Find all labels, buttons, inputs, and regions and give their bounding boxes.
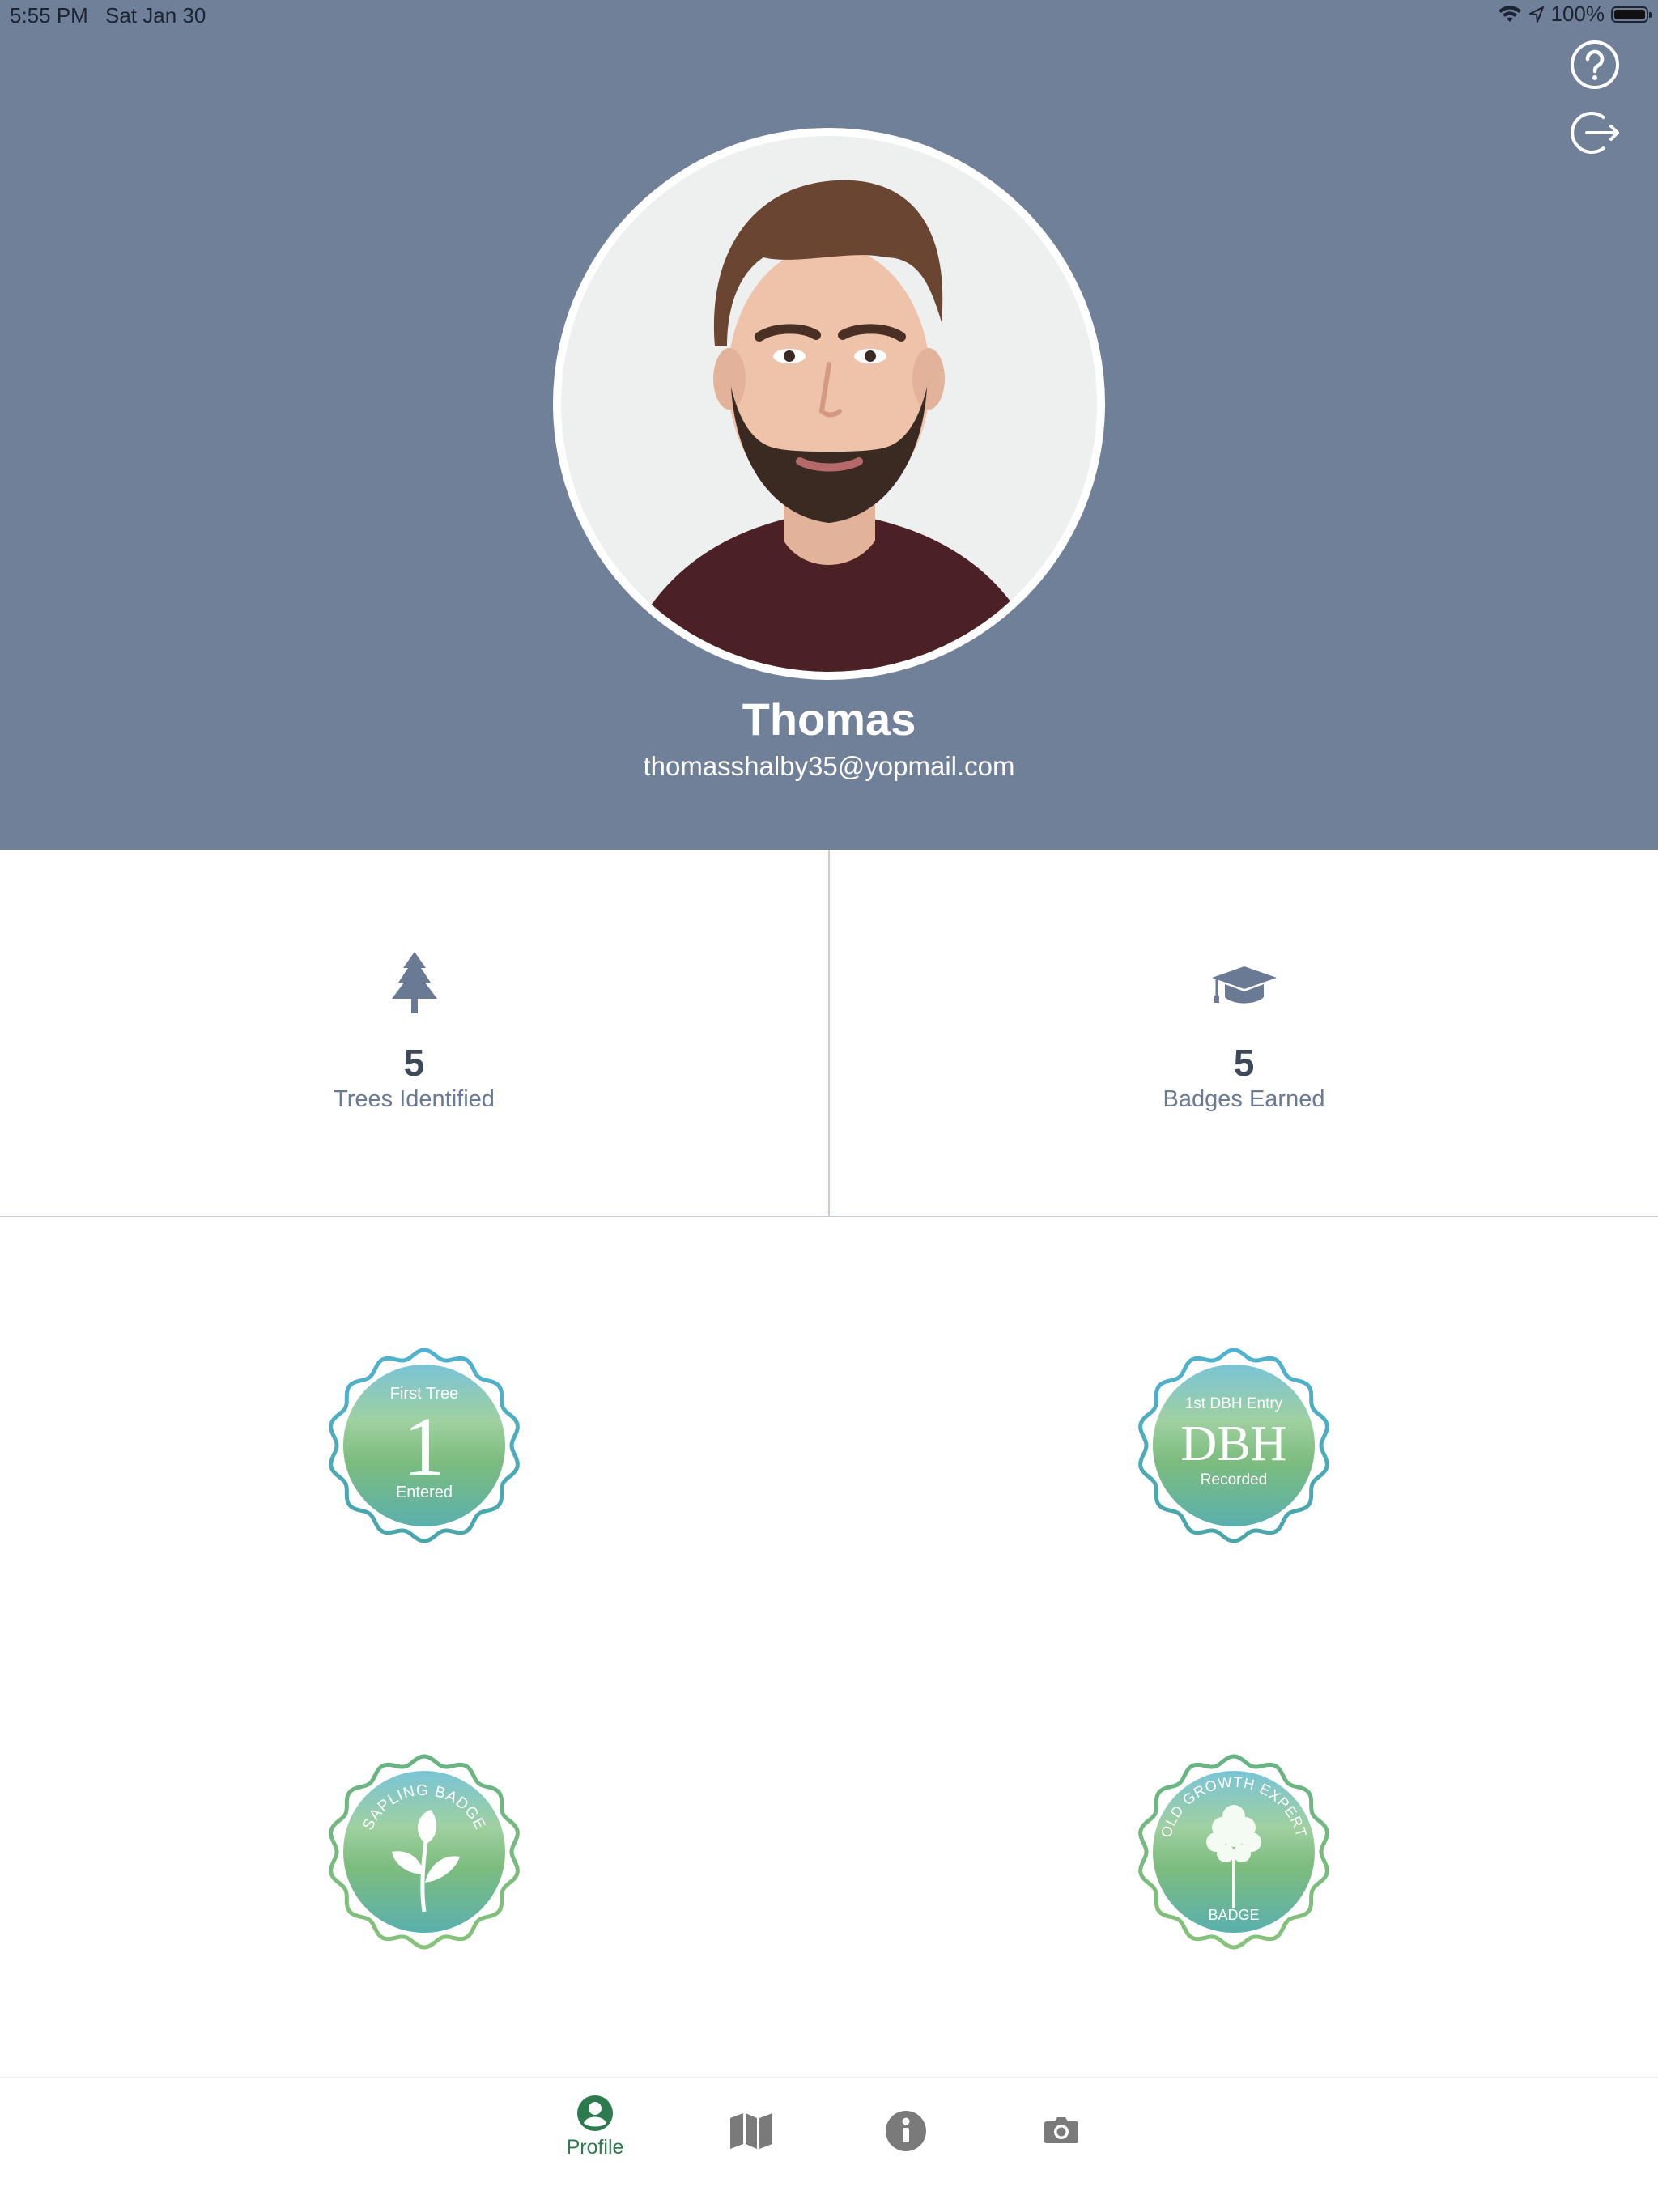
location-arrow-icon (1528, 6, 1544, 23)
badge-old-growth-expert[interactable]: OLD GROWTH EXPERT BADGE (1135, 1753, 1333, 1951)
battery-percent: 100% (1550, 2, 1605, 26)
profile-header: 5:55 PM Sat Jan 30 100% Thomas thomassha… (0, 0, 1658, 850)
badge-sapling[interactable]: SAPLING BADGE (325, 1753, 523, 1951)
trees-identified-label: Trees Identified (334, 1086, 495, 1112)
status-time: 5:55 PM (10, 3, 88, 28)
badges-earned-label: Badges Earned (1163, 1086, 1325, 1112)
profile-icon (577, 2095, 613, 2131)
badge-first-tree[interactable]: First Tree 1 Entered (325, 1347, 523, 1544)
tab-map[interactable] (703, 2094, 800, 2191)
logout-icon[interactable] (1569, 107, 1621, 159)
trees-identified-count: 5 (403, 1042, 425, 1084)
info-icon (886, 2111, 926, 2151)
status-bar: 5:55 PM Sat Jan 30 100% (0, 0, 1658, 32)
trees-identified-stat[interactable]: 5 Trees Identified (0, 850, 828, 1216)
wifi-icon (1498, 5, 1521, 22)
badge-first-dbh-bottom: Recorded (1201, 1471, 1267, 1488)
badges-earned-count: 5 (1233, 1042, 1255, 1084)
tab-profile[interactable]: Profile (546, 2094, 644, 2191)
tab-info[interactable] (857, 2094, 954, 2191)
profile-email: thomasshalby35@yopmail.com (643, 751, 1015, 781)
badge-first-dbh-center: DBH (1181, 1416, 1287, 1471)
status-date: Sat Jan 30 (105, 3, 206, 28)
status-indicators: 100% (1498, 2, 1652, 27)
camera-icon (1044, 2117, 1078, 2143)
avatar[interactable] (553, 128, 1105, 680)
badge-first-dbh-top: 1st DBH Entry (1185, 1395, 1283, 1412)
question-circle-icon[interactable] (1569, 39, 1621, 91)
tab-bar: Profile (0, 2077, 1658, 2212)
badge-first-dbh[interactable]: 1st DBH Entry DBH Recorded (1135, 1347, 1333, 1544)
tree-icon (391, 952, 437, 1013)
map-icon (730, 2113, 772, 2149)
badges-earned-stat[interactable]: 5 Badges Earned (830, 850, 1658, 1216)
badge-first-tree-bottom: Entered (396, 1484, 453, 1501)
tab-profile-label: Profile (566, 2136, 624, 2159)
tab-camera[interactable] (1013, 2094, 1110, 2191)
stats-panel: 5 Trees Identified 5 Badges Earned (0, 850, 1658, 1217)
graduation-cap-icon (1211, 966, 1277, 1004)
battery-icon (1611, 6, 1652, 23)
badge-first-tree-center: 1 (403, 1400, 445, 1493)
profile-name: Thomas (742, 694, 916, 745)
badge-old-growth-bottom: BADGE (1208, 1907, 1259, 1923)
avatar-photo (561, 136, 1097, 672)
